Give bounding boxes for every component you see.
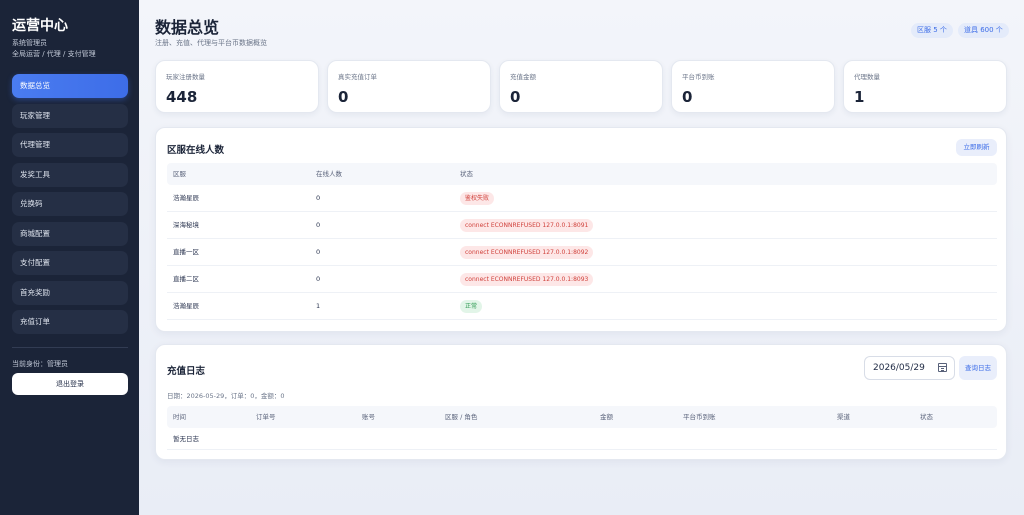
- table-row: 浩瀚星辰 1 正常: [167, 293, 997, 320]
- column-header: 时间: [173, 413, 186, 421]
- server-count-badge: 区服 5 个: [911, 23, 953, 38]
- table-row: 深海秘境 0 connect ECONNREFUSED 127.0.0.1:80…: [167, 212, 997, 239]
- current-identity: 当前身份：管理员: [12, 360, 68, 368]
- sidebar-divider: [12, 347, 128, 348]
- status-badge: connect ECONNREFUSED 127.0.0.1:8092: [460, 246, 594, 259]
- stat-value: 0: [338, 88, 349, 106]
- status-badge: connect ECONNREFUSED 127.0.0.1:8091: [460, 219, 594, 232]
- server-name: 浩瀚星辰: [173, 194, 199, 202]
- column-header: 状态: [460, 170, 473, 178]
- stat-value: 0: [510, 88, 521, 106]
- stat-label: 平台币到账: [682, 73, 715, 81]
- stat-card-recharge-amount: 充值金额 0: [499, 60, 663, 113]
- table-header: 区服 在线人数 状态: [167, 163, 997, 185]
- sidebar-item-orders[interactable]: 充值订单: [12, 310, 128, 334]
- status-badge: connect ECONNREFUSED 127.0.0.1:8093: [460, 273, 594, 286]
- log-summary: 日期：2026-05-29，订单：0，金额：0: [167, 392, 285, 400]
- sidebar: 运营中心 系统管理员 全局运营 / 代理 / 支付管理 数据总览 玩家管理 代理…: [0, 0, 139, 515]
- table-header: 时间 订单号 账号 区服 / 角色 金额 平台币到账 渠道 状态: [167, 406, 997, 428]
- empty-message: 暂无日志: [173, 435, 199, 443]
- stat-label: 玩家注册数量: [166, 73, 205, 81]
- stat-value: 1: [854, 88, 865, 106]
- stat-card-platform-coins: 平台币到账 0: [671, 60, 835, 113]
- sidebar-item-players[interactable]: 玩家管理: [12, 104, 128, 128]
- column-header: 区服 / 角色: [445, 413, 478, 421]
- stat-card-agents: 代理数量 1: [843, 60, 1007, 113]
- empty-row: 暂无日志: [167, 428, 997, 450]
- query-log-button[interactable]: 查询日志: [959, 356, 997, 380]
- column-header: 账号: [362, 413, 375, 421]
- recharge-log-card: 充值日志 2026/05/29 查询日志 日期：2026-05-29，订单：0，…: [155, 344, 1007, 460]
- server-name: 直播二区: [173, 275, 199, 283]
- online-card: 区服在线人数 立即刷新 区服 在线人数 状态 浩瀚星辰 0 鉴权失败 深海秘境 …: [155, 127, 1007, 332]
- card-title: 区服在线人数: [167, 145, 225, 156]
- status-badge: 鉴权失败: [460, 192, 495, 205]
- status-badge: 正常: [460, 300, 483, 313]
- brand-title: 运营中心: [12, 18, 68, 34]
- sidebar-item-codes[interactable]: 兑换码: [12, 192, 128, 216]
- date-value: 2026/05/29: [873, 363, 925, 373]
- role-title: 系统管理员: [12, 39, 47, 47]
- date-picker[interactable]: 2026/05/29: [864, 356, 955, 380]
- sidebar-item-shop[interactable]: 商城配置: [12, 222, 128, 246]
- card-title: 充值日志: [167, 366, 206, 377]
- server-name: 直播一区: [173, 248, 199, 256]
- column-header: 状态: [920, 413, 933, 421]
- sidebar-item-first-recharge[interactable]: 首充奖励: [12, 281, 128, 305]
- server-name: 浩瀚星辰: [173, 302, 199, 310]
- online-count: 0: [316, 194, 321, 202]
- stat-value: 448: [166, 88, 198, 106]
- refresh-button[interactable]: 立即刷新: [956, 139, 997, 156]
- calendar-icon[interactable]: [938, 363, 947, 372]
- page-subtitle: 注册、充值、代理与平台币数据概览: [155, 39, 267, 47]
- column-header: 渠道: [837, 413, 850, 421]
- item-count-badge: 道具 600 个: [958, 23, 1009, 38]
- logout-button[interactable]: 退出登录: [12, 373, 128, 395]
- page-title: 数据总览: [155, 18, 220, 37]
- online-count: 0: [316, 248, 321, 256]
- stat-card-real-orders: 真实充值订单 0: [327, 60, 491, 113]
- online-count: 0: [316, 275, 321, 283]
- table-row: 浩瀚星辰 0 鉴权失败: [167, 185, 997, 212]
- online-count: 1: [316, 302, 321, 310]
- table-row: 直播二区 0 connect ECONNREFUSED 127.0.0.1:80…: [167, 266, 997, 293]
- online-count: 0: [316, 221, 321, 229]
- stat-label: 充值金额: [510, 73, 536, 81]
- stat-card-registrations: 玩家注册数量 448: [155, 60, 319, 113]
- column-header: 在线人数: [316, 170, 342, 178]
- stat-label: 代理数量: [854, 73, 880, 81]
- stat-value: 0: [682, 88, 693, 106]
- role-scope: 全局运营 / 代理 / 支付管理: [12, 50, 96, 58]
- main-content: 数据总览 注册、充值、代理与平台币数据概览 区服 5 个 道具 600 个 玩家…: [139, 0, 1024, 515]
- sidebar-item-rewards[interactable]: 发奖工具: [12, 163, 128, 187]
- column-header: 平台币到账: [683, 413, 716, 421]
- sidebar-item-overview[interactable]: 数据总览: [12, 74, 128, 98]
- column-header: 订单号: [256, 413, 276, 421]
- sidebar-item-payment[interactable]: 支付配置: [12, 251, 128, 275]
- stat-label: 真实充值订单: [338, 73, 377, 81]
- server-name: 深海秘境: [173, 221, 199, 229]
- column-header: 区服: [173, 170, 186, 178]
- table-row: 直播一区 0 connect ECONNREFUSED 127.0.0.1:80…: [167, 239, 997, 266]
- column-header: 金额: [600, 413, 613, 421]
- sidebar-item-agents[interactable]: 代理管理: [12, 133, 128, 157]
